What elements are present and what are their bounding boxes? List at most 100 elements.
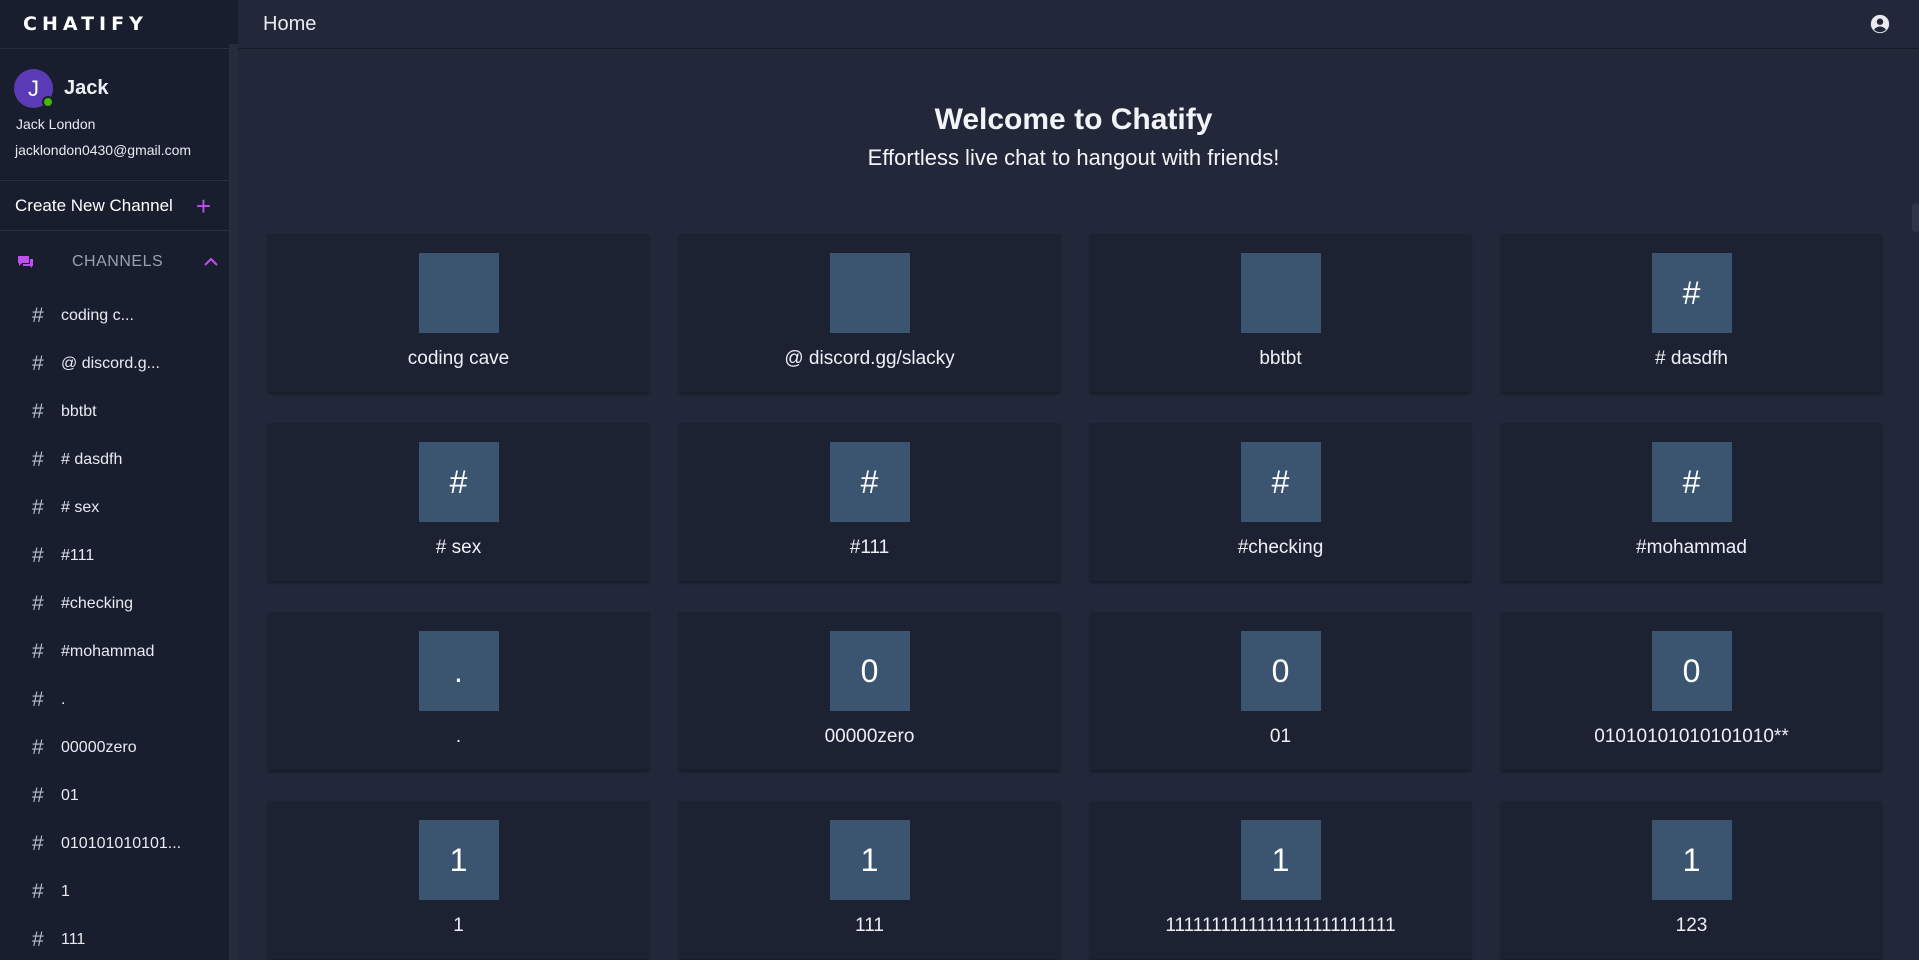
create-channel-label: Create New Channel bbox=[15, 195, 173, 215]
sidebar-channel-item[interactable]: # bbtbt bbox=[0, 388, 238, 436]
channel-name: # sex bbox=[61, 499, 100, 516]
sidebar-channel-item[interactable]: # #111 bbox=[0, 532, 238, 580]
logo-bar: CHATIFY bbox=[0, 0, 238, 49]
hash-icon: # bbox=[32, 688, 44, 711]
channel-card-avatar: # bbox=[1240, 442, 1321, 522]
channel-name: 01 bbox=[61, 787, 79, 804]
sidebar-channel-item[interactable]: # # dasdfh bbox=[0, 436, 238, 484]
channel-name: 010101010101... bbox=[61, 835, 182, 852]
sidebar-scrollbar-thumb[interactable] bbox=[229, 44, 238, 960]
sidebar-channel-item[interactable]: #1 bbox=[0, 868, 238, 916]
channel-card-avatar: 0 bbox=[829, 631, 910, 711]
channel-card-avatar bbox=[1240, 253, 1321, 333]
channel-card[interactable]: bbtbt bbox=[1090, 234, 1471, 392]
plus-icon[interactable]: + bbox=[196, 193, 211, 219]
hash-icon: # bbox=[32, 640, 44, 663]
channel-card-avatar: 1 bbox=[829, 820, 910, 900]
channel-card[interactable]: 1 1111111111111111111111111 bbox=[1090, 801, 1471, 959]
channel-card-name: #checking bbox=[1237, 537, 1324, 558]
hash-icon: # bbox=[32, 496, 44, 519]
channels-label: CHANNELS bbox=[72, 252, 164, 270]
channel-card[interactable]: # # sex bbox=[268, 423, 649, 581]
user-profile: J Jack Jack London jacklondon0430@gmail.… bbox=[0, 49, 229, 181]
channel-card-name: . bbox=[455, 726, 462, 747]
top-app-bar: Home bbox=[238, 0, 1919, 49]
channel-card-avatar bbox=[418, 253, 499, 333]
avatar-initial: J bbox=[28, 75, 39, 101]
account-circle-icon[interactable] bbox=[1869, 13, 1891, 35]
hash-icon: # bbox=[32, 448, 44, 471]
online-status-dot bbox=[42, 96, 54, 108]
sidebar-channel-item[interactable]: # coding c... bbox=[0, 292, 238, 340]
channel-name: # dasdfh bbox=[61, 451, 123, 468]
channel-name: @ discord.g... bbox=[61, 355, 160, 372]
channel-card[interactable]: 0 00000zero bbox=[679, 612, 1060, 770]
hash-icon: # bbox=[32, 784, 44, 807]
app-logo[interactable]: CHATIFY bbox=[23, 13, 148, 35]
sidebar-channel-item[interactable]: # #mohammad bbox=[0, 628, 238, 676]
avatar[interactable]: J bbox=[14, 69, 54, 108]
channel-card-avatar: # bbox=[418, 442, 499, 522]
channel-card-avatar: # bbox=[1651, 442, 1732, 522]
welcome-title: Welcome to Chatify bbox=[934, 103, 1213, 136]
channel-card[interactable]: 1 123 bbox=[1501, 801, 1882, 959]
sidebar-channel-item[interactable]: #010101010101... bbox=[0, 820, 238, 868]
channel-card-name: # dasdfh bbox=[1655, 348, 1728, 369]
channel-card[interactable]: 0 01010101010101010** bbox=[1501, 612, 1882, 770]
channel-name: . bbox=[61, 691, 66, 708]
hash-icon: # bbox=[32, 304, 44, 327]
page-title: Home bbox=[263, 12, 317, 35]
channel-card[interactable]: @ discord.gg/slacky bbox=[679, 234, 1060, 392]
chat-icon bbox=[18, 255, 33, 268]
channel-card[interactable]: 1 111 bbox=[679, 801, 1060, 959]
sidebar-channel-item[interactable]: # @ discord.g... bbox=[0, 340, 238, 388]
channel-card[interactable]: .. bbox=[268, 612, 649, 770]
channel-name: #mohammad bbox=[61, 643, 155, 660]
profile-email: jacklondon0430@gmail.com bbox=[15, 142, 192, 158]
channel-name: 00000zero bbox=[61, 739, 137, 756]
channel-name: bbtbt bbox=[61, 403, 97, 420]
profile-full-name: Jack London bbox=[16, 116, 96, 132]
channel-card-name: coding cave bbox=[407, 348, 510, 369]
profile-row: J Jack bbox=[14, 69, 229, 108]
sidebar-channel-item[interactable]: # #checking bbox=[0, 580, 238, 628]
main-scrollbar-thumb[interactable] bbox=[1912, 203, 1919, 232]
welcome-subtitle: Effortless live chat to hangout with fri… bbox=[867, 145, 1280, 170]
channel-name: 111 bbox=[61, 931, 86, 948]
channel-card[interactable]: 11 bbox=[268, 801, 649, 959]
channel-card-avatar: # bbox=[829, 442, 910, 522]
channel-card-name: 1111111111111111111111111 bbox=[1165, 915, 1396, 936]
main-content: Welcome to Chatify Effortless live chat … bbox=[238, 50, 1919, 960]
chevron-up-icon[interactable] bbox=[203, 257, 219, 267]
hash-icon: # bbox=[32, 544, 44, 567]
hash-icon: # bbox=[32, 400, 44, 423]
channel-name: #111 bbox=[61, 547, 95, 564]
sidebar-channel-item[interactable]: #00000zero bbox=[0, 724, 238, 772]
profile-name: Jack bbox=[64, 77, 109, 99]
sidebar-scrollbar[interactable] bbox=[229, 44, 238, 960]
channel-card-name: bbtbt bbox=[1259, 348, 1302, 369]
channel-card-name: @ discord.gg/slacky bbox=[784, 348, 955, 369]
channel-card[interactable]: # #checking bbox=[1090, 423, 1471, 581]
create-channel-button[interactable]: Create New Channel + bbox=[0, 181, 229, 231]
sidebar-channel-item[interactable]: #111 bbox=[0, 916, 238, 960]
sidebar-channel-item[interactable]: #. bbox=[0, 676, 238, 724]
channel-card-avatar bbox=[829, 253, 910, 333]
channel-card[interactable]: coding cave bbox=[268, 234, 649, 392]
channel-card[interactable]: # # dasdfh bbox=[1501, 234, 1882, 392]
channel-card[interactable]: # #111 bbox=[679, 423, 1060, 581]
hash-icon: # bbox=[32, 352, 44, 375]
hash-icon: # bbox=[32, 928, 44, 951]
channel-card-avatar: 0 bbox=[1240, 631, 1321, 711]
channel-card-name: #mohammad bbox=[1636, 537, 1747, 558]
channel-grid: coding cave @ discord.gg/slacky bbtbt # #… bbox=[268, 234, 1882, 959]
hash-icon: # bbox=[32, 736, 44, 759]
channel-card-name: 123 bbox=[1675, 915, 1708, 936]
channels-section-header[interactable]: CHANNELS bbox=[0, 231, 229, 292]
channel-card-name: 01 bbox=[1269, 726, 1292, 747]
channel-card[interactable]: 0 01 bbox=[1090, 612, 1471, 770]
channel-card-avatar: 1 bbox=[418, 820, 499, 900]
sidebar-channel-item[interactable]: # # sex bbox=[0, 484, 238, 532]
channel-card[interactable]: # #mohammad bbox=[1501, 423, 1882, 581]
sidebar-channel-item[interactable]: #01 bbox=[0, 772, 238, 820]
